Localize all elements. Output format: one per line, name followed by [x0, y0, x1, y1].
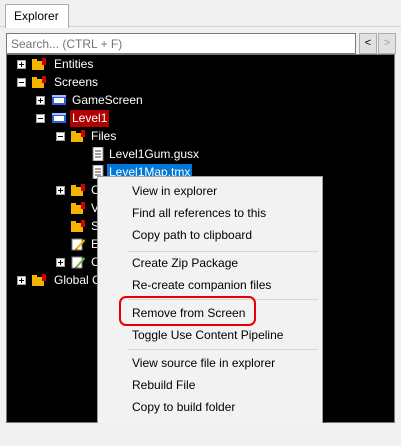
folder-icon [71, 184, 85, 196]
screen-icon [52, 95, 66, 105]
menu-create-zip[interactable]: Create Zip Package [132, 253, 238, 273]
bottom-strip [0, 423, 401, 446]
tab-strip: Explorer [0, 0, 401, 28]
menu-view-in-explorer[interactable]: View in explorer [132, 181, 217, 201]
back-button[interactable]: < [359, 33, 377, 54]
highlight-annotation [119, 296, 256, 326]
tree-item-level1[interactable]: Level1 [70, 110, 110, 127]
search-input[interactable] [6, 33, 356, 54]
file-icon [92, 147, 104, 161]
tree-item-gum-file[interactable]: Level1Gum.gusx [107, 146, 201, 163]
forward-button[interactable]: > [378, 33, 396, 54]
folder-icon [32, 274, 46, 286]
expand-gamescreen-toggle[interactable] [36, 96, 45, 105]
expand-toggle[interactable] [56, 186, 65, 195]
folder-icon [71, 130, 85, 142]
menu-copy-path[interactable]: Copy path to clipboard [132, 225, 252, 245]
menu-recreate-companion[interactable]: Re-create companion files [132, 275, 271, 295]
menu-find-all-references[interactable]: Find all references to this [132, 203, 266, 223]
collapse-level1-toggle[interactable] [36, 114, 45, 123]
tree-item-screens[interactable]: Screens [52, 74, 100, 91]
folder-icon [32, 58, 46, 70]
tree-item-gamescreen[interactable]: GameScreen [70, 92, 145, 109]
tab-explorer[interactable]: Explorer [5, 4, 69, 28]
collapse-files-toggle[interactable] [56, 132, 65, 141]
tree-item-entities[interactable]: Entities [52, 56, 95, 73]
folder-icon [71, 202, 85, 214]
screen-icon [52, 113, 66, 123]
expand-entities-toggle[interactable] [17, 60, 26, 69]
expand-toggle[interactable] [56, 258, 65, 267]
menu-separator [128, 349, 318, 350]
expand-global-toggle[interactable] [17, 276, 26, 285]
menu-rebuild-file[interactable]: Rebuild File [132, 375, 195, 395]
edit-icon [71, 238, 85, 251]
edit-icon [71, 256, 85, 269]
menu-separator [128, 251, 318, 252]
menu-toggle-content-pipeline[interactable]: Toggle Use Content Pipeline [132, 325, 283, 345]
tree-item-files[interactable]: Files [89, 128, 118, 145]
collapse-screens-toggle[interactable] [17, 78, 26, 87]
folder-icon [71, 220, 85, 232]
menu-copy-to-build-folder[interactable]: Copy to build folder [132, 397, 235, 417]
menu-view-source-file[interactable]: View source file in explorer [132, 353, 275, 373]
folder-icon [32, 76, 46, 88]
tree-item-global-content[interactable]: Global C [52, 272, 103, 289]
